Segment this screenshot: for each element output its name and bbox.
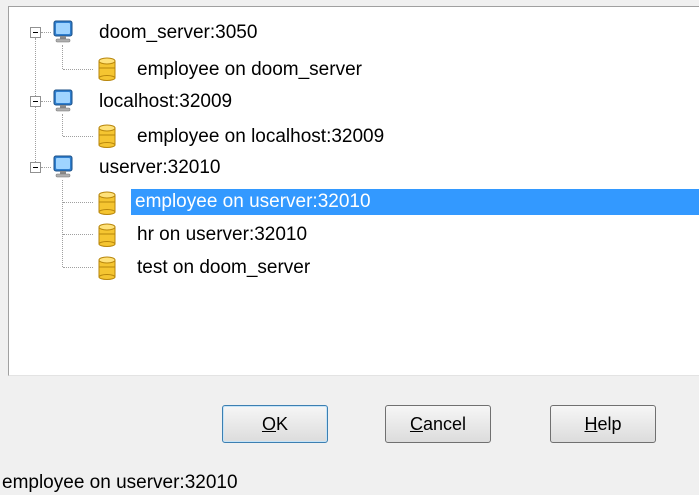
- tree-connector: [35, 38, 36, 96]
- tree-connector: [62, 45, 63, 69]
- select-database-dialog: doom_server:3050 employee on doom_server…: [0, 0, 699, 495]
- database-icon: [98, 256, 116, 280]
- ok-button[interactable]: OK: [222, 405, 328, 443]
- tree-connector: [62, 114, 63, 136]
- cancel-button[interactable]: Cancel: [385, 405, 491, 443]
- tree-connector: [63, 202, 93, 203]
- tree-database-test-doom-server[interactable]: test on doom_server: [133, 255, 314, 281]
- server-database-tree[interactable]: doom_server:3050 employee on doom_server…: [8, 6, 699, 376]
- computer-icon: [53, 20, 73, 43]
- tree-database-employee-doom-server[interactable]: employee on doom_server: [133, 57, 366, 83]
- collapse-toggle-localhost[interactable]: [30, 96, 41, 107]
- tree-database-employee-userver[interactable]: employee on userver:32010: [130, 188, 699, 216]
- tree-server-localhost[interactable]: localhost:32009: [95, 89, 236, 115]
- computer-icon: [53, 89, 73, 112]
- tree-database-employee-localhost[interactable]: employee on localhost:32009: [133, 124, 388, 150]
- tree-server-userver[interactable]: userver:32010: [95, 155, 224, 181]
- tree-server-doom-server[interactable]: doom_server:3050: [95, 20, 261, 46]
- tree-connector: [63, 267, 93, 268]
- help-mnemonic: H: [584, 414, 598, 434]
- database-icon: [98, 223, 116, 247]
- help-button[interactable]: Help: [550, 405, 656, 443]
- database-icon: [98, 57, 116, 81]
- tree-connector: [63, 136, 93, 137]
- ok-label-rest: K: [276, 414, 289, 434]
- ok-mnemonic: O: [261, 414, 276, 434]
- tree-connector: [63, 69, 93, 70]
- tree-connector: [62, 180, 63, 267]
- collapse-toggle-userver[interactable]: [30, 162, 41, 173]
- collapse-toggle-doom-server[interactable]: [30, 27, 41, 38]
- computer-icon: [53, 155, 73, 178]
- tree-connector: [35, 107, 36, 162]
- help-label-rest: elp: [597, 414, 622, 434]
- cancel-mnemonic: C: [409, 414, 423, 434]
- tree-database-hr-userver[interactable]: hr on userver:32010: [133, 222, 311, 248]
- database-icon: [98, 191, 116, 215]
- database-icon: [98, 124, 116, 148]
- tree-connector: [41, 32, 51, 33]
- cancel-label-rest: ancel: [422, 414, 467, 434]
- tree-connector: [41, 167, 51, 168]
- status-bar-text: employee on userver:32010: [2, 472, 238, 493]
- tree-connector: [41, 101, 51, 102]
- tree-connector: [63, 234, 93, 235]
